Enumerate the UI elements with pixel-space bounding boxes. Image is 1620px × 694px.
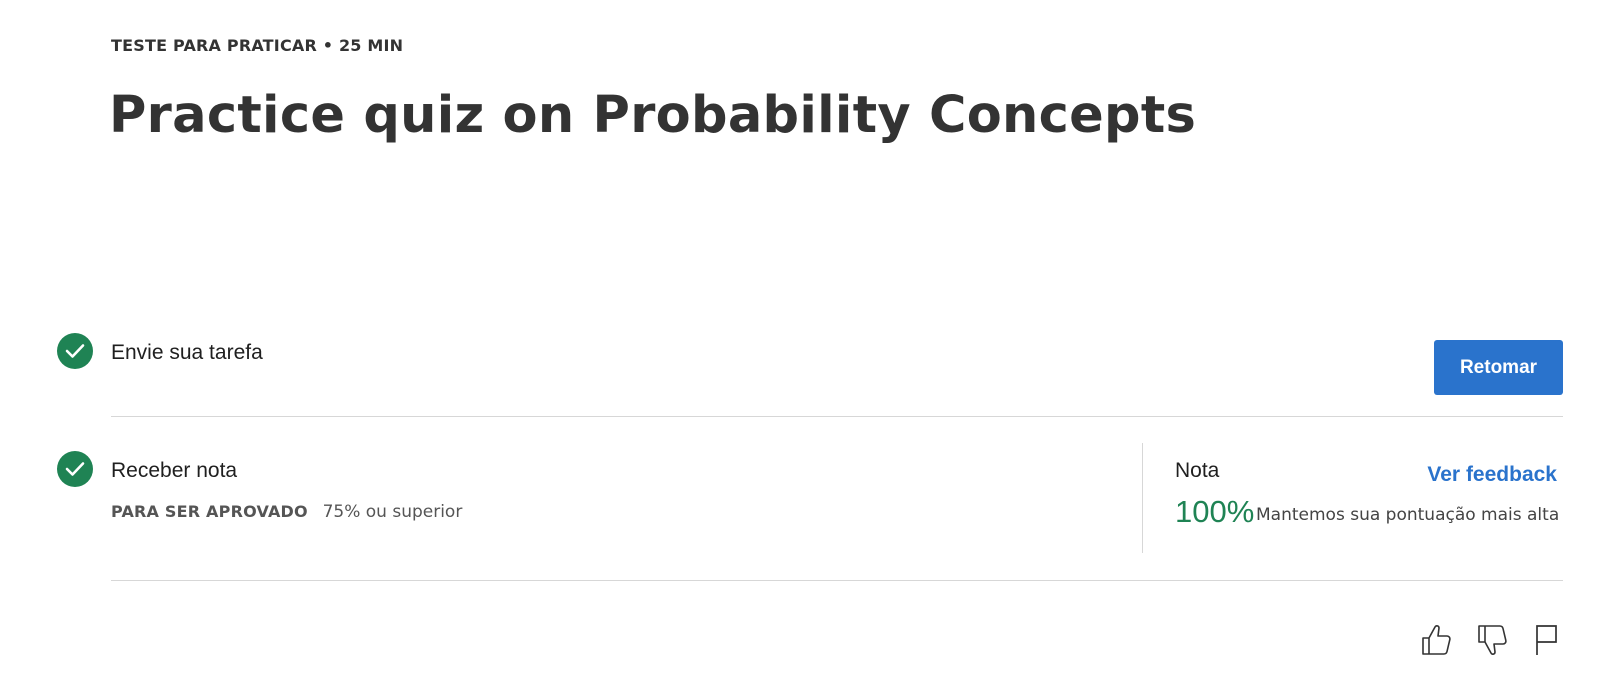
check-circle-icon bbox=[57, 333, 93, 369]
view-feedback-link[interactable]: Ver feedback bbox=[1427, 463, 1557, 487]
grade-value: 100% bbox=[1175, 494, 1255, 529]
resume-button[interactable]: Retomar bbox=[1434, 340, 1563, 395]
divider bbox=[111, 416, 1563, 417]
step-submit-label: Envie sua tarefa bbox=[111, 341, 263, 364]
step-grade-label: Receber nota bbox=[111, 459, 238, 482]
vertical-divider bbox=[1142, 443, 1143, 553]
flag-icon[interactable] bbox=[1528, 622, 1564, 658]
divider bbox=[111, 580, 1563, 581]
grade-note: Mantemos sua pontuação mais alta bbox=[1256, 505, 1560, 525]
passing-requirement: PARA SER APROVADO 75% ou superior bbox=[111, 502, 462, 522]
check-circle-icon bbox=[57, 451, 93, 487]
quiz-page: TESTE PARA PRATICAR • 25 MIN Practice qu… bbox=[0, 0, 1620, 694]
passing-label: PARA SER APROVADO bbox=[111, 502, 308, 521]
passing-value: 75% ou superior bbox=[322, 502, 463, 522]
thumbs-up-icon[interactable] bbox=[1418, 622, 1454, 658]
thumbs-down-icon[interactable] bbox=[1474, 622, 1510, 658]
page-title: Practice quiz on Probability Concepts bbox=[109, 86, 1197, 145]
grade-label: Nota bbox=[1175, 459, 1220, 482]
item-type-duration: TESTE PARA PRATICAR • 25 MIN bbox=[111, 36, 404, 55]
